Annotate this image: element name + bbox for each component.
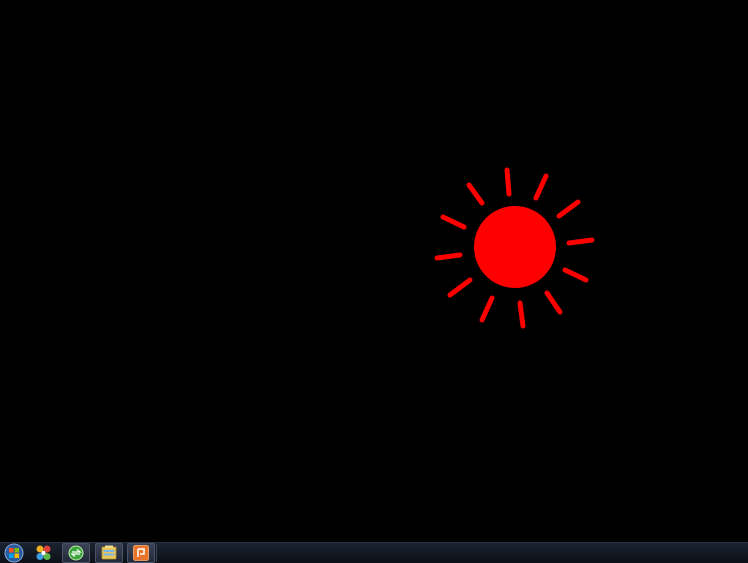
sun-icon (434, 167, 595, 329)
green-app-icon (68, 545, 84, 561)
file-explorer-icon (101, 545, 117, 560)
windows-orb-icon (4, 543, 24, 563)
taskbar (0, 542, 748, 563)
taskbar-divider (156, 544, 157, 562)
desktop (0, 0, 748, 542)
taskbar-green-app[interactable] (62, 543, 90, 563)
presentation-app-icon (133, 545, 149, 561)
start-button[interactable] (1, 543, 27, 563)
taskbar-presentation-app[interactable] (127, 543, 155, 563)
taskbar-media-center[interactable] (30, 543, 58, 563)
media-center-icon (36, 545, 51, 560)
taskbar-file-explorer[interactable] (95, 543, 123, 563)
